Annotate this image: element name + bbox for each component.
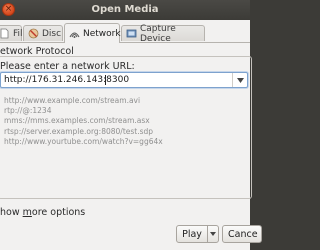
show-more-options-label: how more options [0,207,86,218]
open-media-dialog: File Disc Network Capture Device etwork … [0,20,262,250]
chevron-down-icon [236,77,244,83]
disc-icon [28,28,39,39]
network-url-input[interactable]: http://176.31.246.143:8300 [4,75,129,85]
title-bar: × Open Media [0,0,250,21]
window-title: Open Media [91,4,159,15]
url-example: http://www.yourtube.com/watch?v=gg64x [4,136,163,146]
play-options-dropdown[interactable] [207,225,219,243]
url-examples-list: http://www.example.com/stream.avi rtp://… [4,96,163,147]
tab-file[interactable]: File [0,25,28,41]
url-prompt-label: Please enter a network URL: [0,61,135,72]
cancel-button[interactable]: Cance [222,225,262,243]
capture-device-icon [126,28,137,39]
url-example: rtsp://server.example.org:8080/test.sdp [4,126,154,136]
tab-disc[interactable]: Disc [23,25,63,41]
tab-network[interactable]: Network [64,23,121,43]
url-example: mms://mms.examples.com/stream.asx [4,116,150,126]
tab-bar: File Disc Network Capture Device [0,22,250,44]
text-cursor [105,75,106,85]
url-history-dropdown-button[interactable] [232,73,247,87]
tab-capture-device-label: Capture Device [140,23,176,44]
tab-network-label: Network [83,28,121,39]
tab-disc-label: Disc [42,28,62,39]
network-url-combobox[interactable]: http://176.31.246.143:8300 [0,72,248,88]
url-example: rtp://@:1234 [4,106,52,116]
play-button[interactable]: Play [176,225,208,243]
chevron-down-icon [210,232,216,236]
url-example: http://www.example.com/stream.avi [4,96,141,105]
show-more-options-toggle[interactable]: how more options [0,207,85,218]
tab-capture-device[interactable]: Capture Device [121,23,205,44]
file-icon [0,28,10,39]
network-icon [69,28,80,39]
